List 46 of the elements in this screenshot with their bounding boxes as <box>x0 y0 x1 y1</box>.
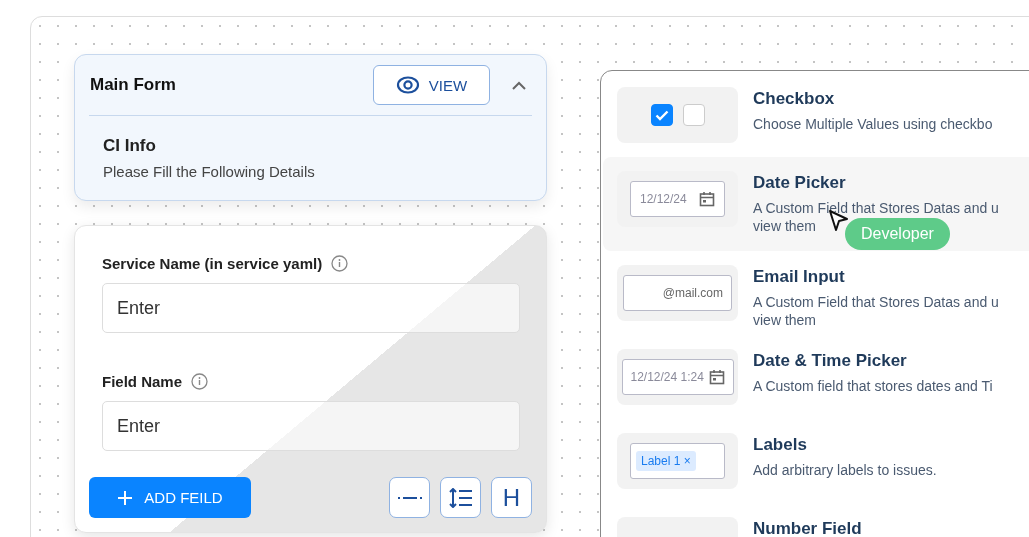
field-type-item[interactable]: @mail.com Email Input A Custom Field that Stores Datas and u view them <box>603 251 1029 335</box>
field-label: Service Name (in service yaml) <box>102 254 323 272</box>
field-type-item[interactable]: Label 1 × Labels Add arbitrary labels to issues. <box>603 419 1029 503</box>
section-title: CI Info <box>103 136 157 156</box>
calendar-icon <box>699 191 715 207</box>
description-line: view them <box>753 311 817 329</box>
line-spacing-button[interactable] <box>440 477 481 518</box>
info-icon[interactable] <box>191 372 209 390</box>
line-spacing-icon <box>448 487 473 508</box>
field-type-item[interactable]: Checkbox Choose Multiple Values using checkbo <box>603 73 1029 157</box>
description-line: view them <box>753 217 817 235</box>
email-suffix: @mail.com <box>662 286 723 300</box>
checkmark-icon <box>654 109 669 121</box>
info-icon[interactable] <box>331 254 349 272</box>
add-field-button[interactable]: ADD FEILD <box>89 477 251 518</box>
checkbox[interactable] <box>682 104 705 126</box>
field-type-title: Labels <box>753 435 808 455</box>
field-type-item[interactable]: Number Field <box>603 503 1029 537</box>
description-line: A Custom Field that Stores Datas and u <box>753 293 999 311</box>
input-field[interactable]: Enter <box>102 401 520 451</box>
field-type-title: Number Field <box>753 519 862 537</box>
eye-icon <box>395 73 420 97</box>
description-line: A Custom field that stores dates and Ti <box>753 377 993 395</box>
divider-button[interactable] <box>389 477 430 518</box>
field-type-title: Date & Time Picker <box>753 351 908 371</box>
field-type-title: Checkbox <box>753 89 836 109</box>
field-type-item[interactable]: 12/12/24 1:24 Date & Time Picker A Custom field that stores dates and Ti <box>603 335 1029 419</box>
field-label: Field Name <box>102 372 183 390</box>
section-subtitle: Please Fill the Following Details <box>103 163 316 180</box>
view-button[interactable]: VIEW <box>373 65 490 105</box>
user-badge: Developer <box>845 218 950 250</box>
form-title: Main Form <box>90 75 177 95</box>
description-line: Choose Multiple Values using checkbo <box>753 115 993 133</box>
calendar-icon <box>708 369 725 385</box>
heading-button[interactable]: H <box>491 477 532 518</box>
label-chip[interactable]: Label 1 × <box>636 451 696 471</box>
field-type-title: Date Picker <box>753 173 847 193</box>
divider-icon <box>397 494 422 501</box>
input-field[interactable]: Enter <box>102 283 520 333</box>
date-value: 12/12/24 <box>640 192 687 206</box>
field-type-title: Email Input <box>753 267 846 287</box>
checkbox[interactable] <box>650 104 673 126</box>
description-line: Add arbitrary labels to issues. <box>753 461 937 479</box>
date-value: 12/12/24 1:24 <box>630 370 704 384</box>
plus-icon <box>117 489 134 506</box>
chevron-icon[interactable] <box>512 80 526 90</box>
